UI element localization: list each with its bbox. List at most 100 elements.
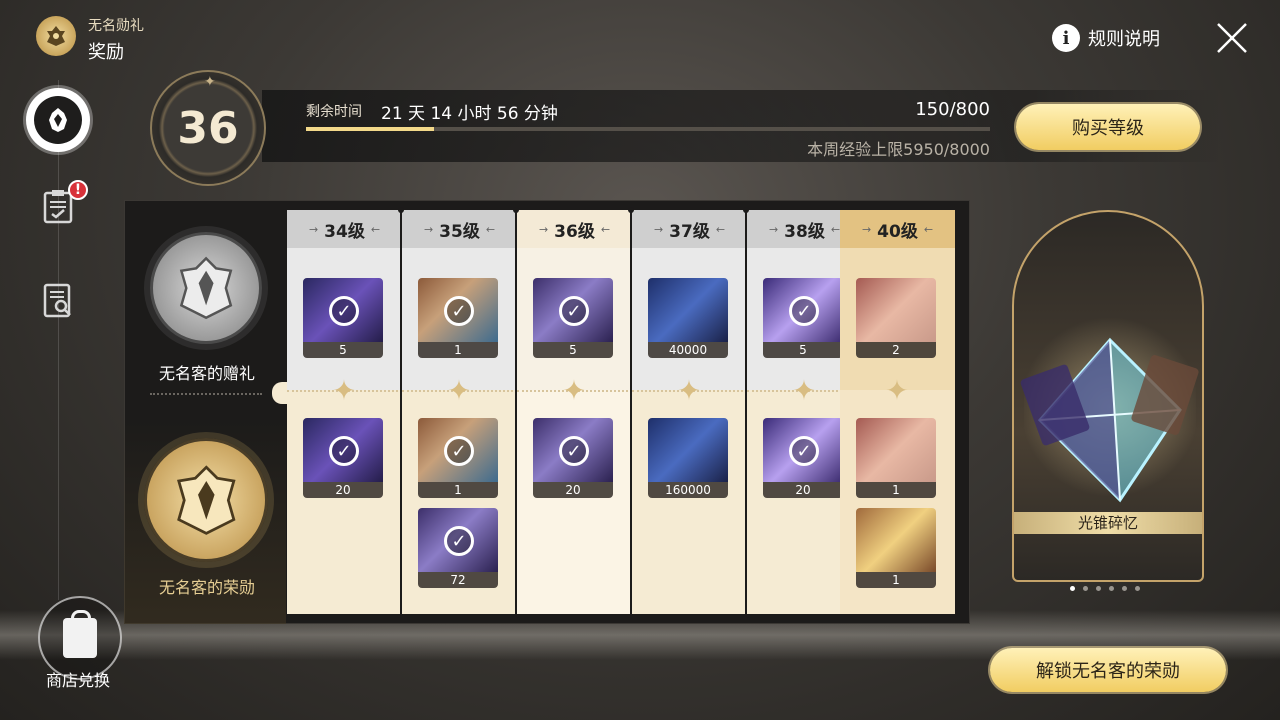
- arrow-right-icon: →: [423, 222, 434, 236]
- sidebar-item-rewards[interactable]: [26, 88, 90, 152]
- reward-count: 5: [303, 342, 383, 358]
- info-icon: i: [1052, 24, 1080, 52]
- claimed-check-icon: ✓: [444, 526, 474, 556]
- claimed-check-icon: ✓: [789, 296, 819, 326]
- reward-count: 2: [856, 342, 936, 358]
- reward-item-art: [856, 418, 936, 482]
- reward-item[interactable]: 1: [856, 418, 936, 498]
- star-divider-icon: ✦: [677, 374, 701, 407]
- column-divider: [628, 207, 634, 614]
- reward-item[interactable]: ✓ 5: [763, 278, 843, 358]
- arrow-right-icon: →: [538, 222, 549, 236]
- exp-progress-bar: [306, 127, 990, 131]
- star-divider-icon: ✦: [885, 374, 909, 407]
- arrow-right-icon: →: [653, 222, 664, 236]
- reward-count: 72: [418, 572, 498, 588]
- arrow-left-icon: ←: [485, 222, 496, 236]
- track-divider: [150, 393, 262, 395]
- page-dot[interactable]: [1109, 586, 1114, 591]
- reward-count: 40000: [648, 342, 728, 358]
- reward-item[interactable]: ✓ 1: [418, 278, 498, 358]
- time-remaining-value: 21 天 14 小时 56 分钟: [381, 104, 558, 124]
- weekly-exp-cap: 本周经验上限5950/8000: [807, 140, 990, 159]
- page-dot[interactable]: [1070, 586, 1075, 591]
- pass-emblem-icon: [36, 16, 76, 56]
- unlock-honor-button[interactable]: 解锁无名客的荣勋: [990, 648, 1226, 692]
- reward-item[interactable]: 160000: [648, 418, 728, 498]
- reward-item[interactable]: ✓ 20: [533, 418, 613, 498]
- level-badge: ✦ 36: [150, 70, 266, 186]
- rules-button[interactable]: i 规则说明: [1052, 24, 1160, 52]
- document-search-icon: [43, 283, 71, 318]
- star-divider-icon: ✦: [447, 374, 471, 407]
- column-divider: [398, 207, 404, 614]
- free-track-emblem-icon: [150, 232, 262, 344]
- reward-count: 1: [418, 342, 498, 358]
- reward-item[interactable]: ✓ 72: [418, 508, 498, 588]
- page-dot[interactable]: [1083, 586, 1088, 591]
- time-remaining-label: 剩余时间: [306, 104, 362, 120]
- level-column: → 36级 ← ✦ ✓ 5 ✓ 20: [517, 210, 632, 614]
- rules-label: 规则说明: [1088, 29, 1160, 50]
- reward-count: 20: [763, 482, 843, 498]
- free-track-label: 无名客的赠礼: [158, 364, 255, 383]
- level-header: → 36级 ←: [517, 210, 632, 248]
- page-title: 奖励: [88, 42, 124, 63]
- level-header-label: 38级: [784, 221, 825, 242]
- arrow-right-icon: →: [308, 222, 319, 236]
- missions-alert-badge: !: [68, 180, 88, 200]
- claimed-check-icon: ✓: [329, 296, 359, 326]
- paid-track-emblem-icon: [144, 438, 268, 562]
- reward-item[interactable]: 40000: [648, 278, 728, 358]
- page-dot[interactable]: [1122, 586, 1127, 591]
- exp-progress-fill: [306, 127, 435, 131]
- sidebar-line: [58, 80, 59, 600]
- column-divider: [513, 207, 519, 614]
- current-level: 36: [177, 102, 239, 154]
- arrow-right-icon: →: [861, 222, 872, 236]
- level-column: → 40级 ← ✦ 2 1 1: [840, 210, 955, 614]
- arrow-left-icon: ←: [923, 222, 934, 236]
- level-header: → 35级 ←: [402, 210, 517, 248]
- buy-level-button[interactable]: 购买等级: [1016, 104, 1200, 150]
- star-divider-icon: ✦: [562, 374, 586, 407]
- claimed-check-icon: ✓: [444, 296, 474, 326]
- column-divider: [743, 207, 749, 614]
- reward-item-art: [648, 418, 728, 482]
- paid-track-label: 无名客的荣勋: [158, 578, 255, 597]
- star-divider-icon: ✦: [792, 374, 816, 407]
- reward-item[interactable]: ✓ 20: [303, 418, 383, 498]
- level-header: → 37级 ←: [632, 210, 747, 248]
- level-column: → 34级 ← ✦ ✓ 5 ✓ 20: [287, 210, 402, 614]
- exp-progress-text: 150/800: [915, 99, 990, 120]
- level-header-label: 36级: [554, 221, 595, 242]
- level-header: → 34级 ←: [287, 210, 402, 248]
- reward-item-art: [856, 278, 936, 342]
- rewards-emblem-icon: [34, 96, 82, 144]
- page-dot[interactable]: [1135, 586, 1140, 591]
- reward-count: 5: [533, 342, 613, 358]
- level-header-label: 35级: [439, 221, 480, 242]
- star-icon: ✦: [204, 74, 216, 90]
- reward-count: 1: [418, 482, 498, 498]
- reward-item[interactable]: ✓ 1: [418, 418, 498, 498]
- reward-count: 5: [763, 342, 843, 358]
- reward-count: 1: [856, 482, 936, 498]
- page-dot[interactable]: [1096, 586, 1101, 591]
- sidebar-item-overview[interactable]: [40, 280, 76, 320]
- reward-item[interactable]: ✓ 5: [303, 278, 383, 358]
- reward-item[interactable]: ✓ 20: [763, 418, 843, 498]
- close-button[interactable]: [1212, 18, 1252, 58]
- reward-item[interactable]: 2: [856, 278, 936, 358]
- reward-count: 20: [303, 482, 383, 498]
- claimed-check-icon: ✓: [789, 436, 819, 466]
- level-header-label: 37级: [669, 221, 710, 242]
- reward-item[interactable]: 1: [856, 508, 936, 588]
- showcase-label: 光锥碎忆: [1014, 512, 1202, 534]
- reward-item[interactable]: ✓ 5: [533, 278, 613, 358]
- level-column: → 35级 ← ✦ ✓ 1 ✓ 1 ✓ 72: [402, 210, 517, 614]
- arrow-left-icon: ←: [830, 222, 841, 236]
- track-labels: 无名客的赠礼 无名客的荣勋: [124, 200, 286, 624]
- claimed-check-icon: ✓: [559, 436, 589, 466]
- claimed-check-icon: ✓: [329, 436, 359, 466]
